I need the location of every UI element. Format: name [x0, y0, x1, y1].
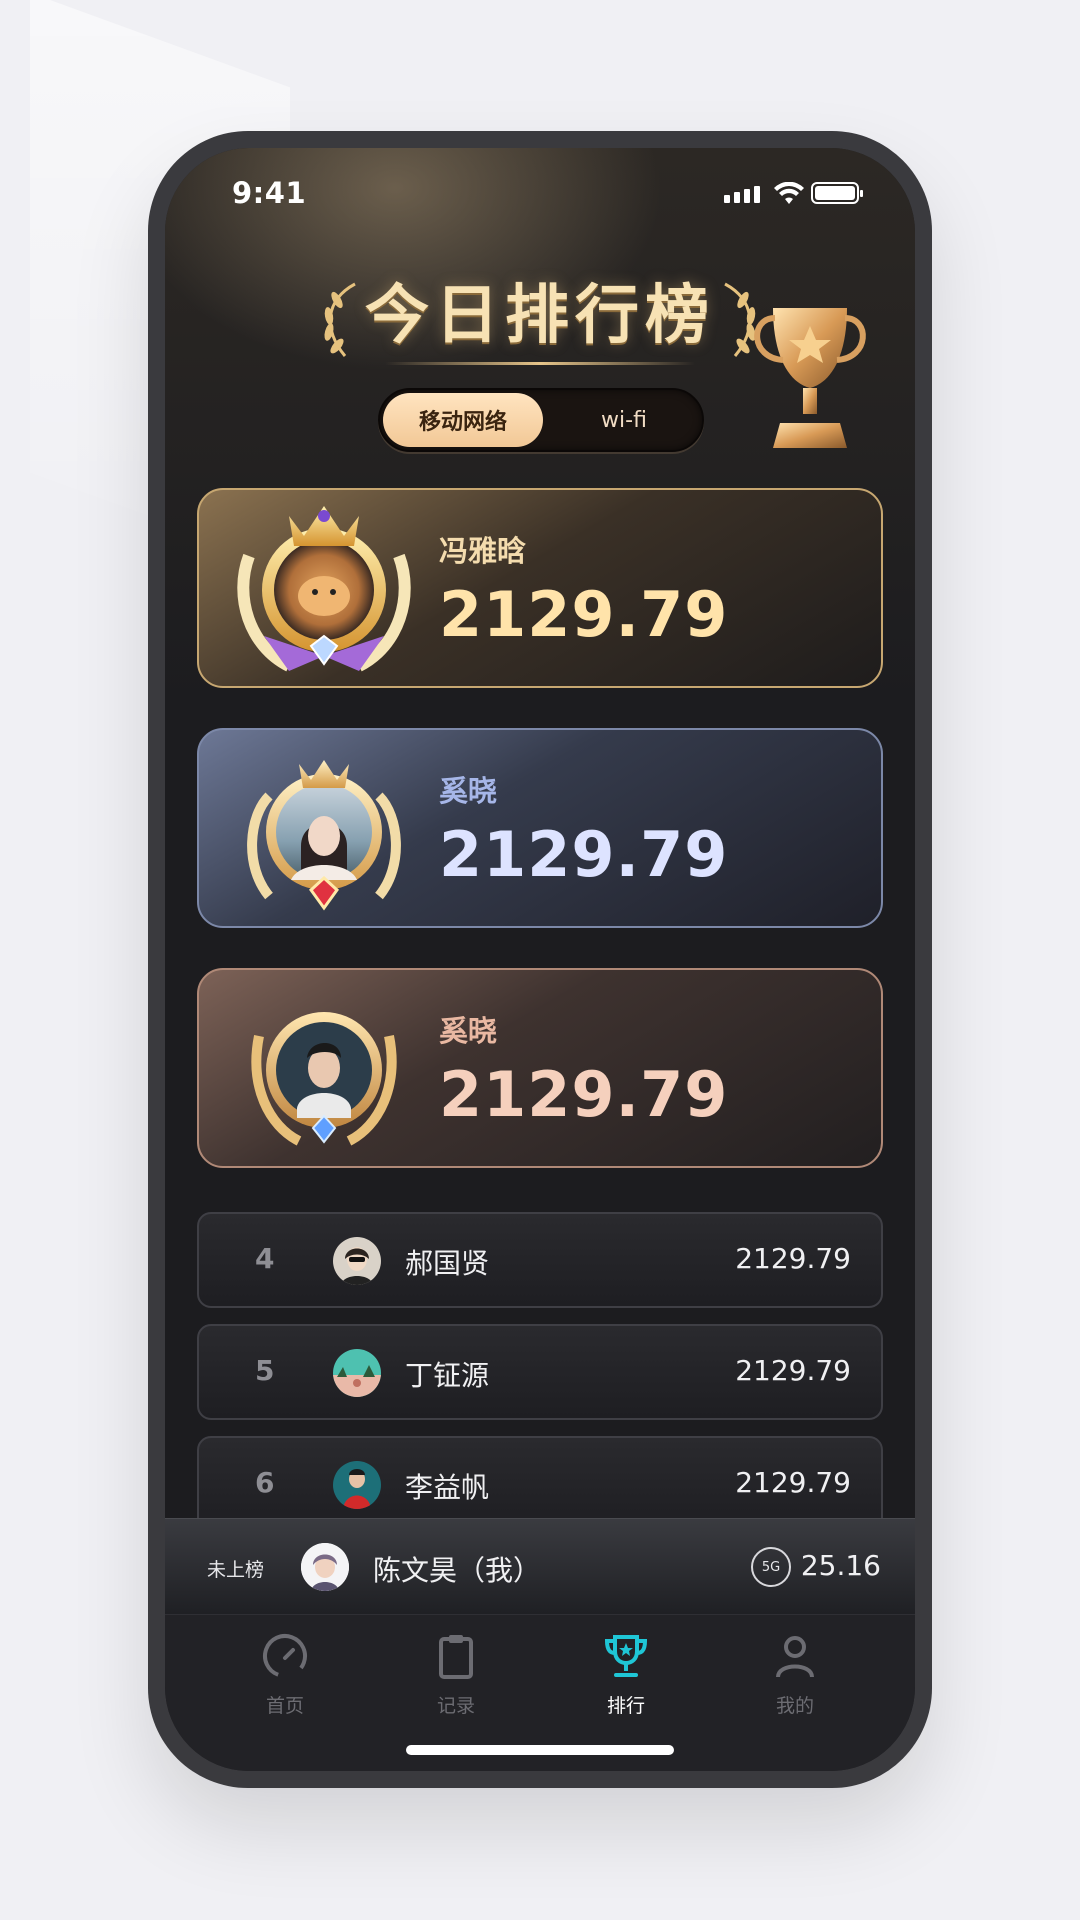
rank-3-score: 2129.79: [439, 1058, 729, 1131]
laurel-icon: [324, 282, 356, 357]
list-item[interactable]: 4 郝国贤 2129.79: [197, 1212, 883, 1308]
app-screen: 9:41 今日排行榜 移动网络 wi-fi 冯雅晗 2129.79 奚晓 212…: [165, 148, 915, 1771]
tab-ranking[interactable]: 排行: [576, 1631, 676, 1731]
tab-label: 首页: [265, 1695, 304, 1717]
bronze-avatar-frame: [251, 1012, 397, 1146]
list-score: 2129.79: [735, 1354, 851, 1387]
gauge-icon: [263, 1634, 307, 1678]
my-rank-bar[interactable]: 未上榜 陈文昊（我） 5G 25.16: [165, 1518, 915, 1614]
title-underline: [385, 362, 695, 365]
clipboard-icon: [439, 1635, 473, 1679]
network-toggle: 移动网络 wi-fi: [378, 388, 704, 452]
rank-card-3[interactable]: 奚晓 2129.79: [197, 968, 883, 1168]
tab-wifi[interactable]: wi-fi: [548, 393, 700, 447]
tab-label: 排行: [606, 1695, 645, 1717]
my-name: 陈文昊（我）: [373, 1554, 542, 1587]
status-time: 9:41: [232, 176, 307, 210]
rank-2-name: 奚晓: [439, 774, 498, 808]
tab-label: 记录: [436, 1695, 475, 1717]
status-bar: 9:41: [165, 148, 915, 238]
tab-label: 我的: [775, 1695, 814, 1717]
not-ranked-label: 未上榜: [207, 1559, 265, 1581]
list-score: 2129.79: [735, 1466, 851, 1499]
list-score: 2129.79: [735, 1242, 851, 1275]
person-icon: [776, 1636, 814, 1678]
trophy-icon: [754, 308, 866, 448]
avatar: [301, 1543, 349, 1591]
tab-home[interactable]: 首页: [235, 1631, 335, 1731]
gold-avatar-frame: [237, 506, 411, 672]
list-rank: 5: [255, 1354, 275, 1387]
network-5g-badge: 5G: [751, 1547, 791, 1587]
rank-card-2[interactable]: 奚晓 2129.79: [197, 728, 883, 928]
page-header: 今日排行榜: [324, 268, 756, 368]
rank-3-name: 奚晓: [439, 1014, 498, 1048]
tab-records[interactable]: 记录: [406, 1631, 506, 1731]
home-indicator: [406, 1745, 674, 1755]
list-rank: 6: [255, 1466, 275, 1499]
avatar: [333, 1349, 381, 1397]
rank-2-score: 2129.79: [439, 818, 729, 891]
cellular-signal-icon: [724, 186, 760, 203]
avatar: [333, 1461, 381, 1509]
silver-avatar-frame: [247, 760, 401, 911]
trophy-icon: [604, 1635, 648, 1677]
list-name: 丁钲源: [405, 1359, 490, 1392]
list-item[interactable]: 5 丁钲源 2129.79: [197, 1324, 883, 1420]
tab-mine[interactable]: 我的: [745, 1631, 845, 1731]
rank-1-name: 冯雅晗: [439, 534, 527, 568]
my-score: 25.16: [800, 1549, 881, 1582]
tab-mobile-network[interactable]: 移动网络: [383, 393, 543, 447]
wifi-icon: [774, 182, 804, 204]
rank-1-score: 2129.79: [439, 578, 729, 651]
avatar: [333, 1237, 381, 1285]
list-name: 李益帆: [405, 1471, 490, 1504]
list-rank: 4: [255, 1242, 275, 1275]
list-name: 郝国贤: [405, 1247, 490, 1280]
rank-card-1[interactable]: 冯雅晗 2129.79: [197, 488, 883, 688]
page-title: 今日排行榜: [365, 279, 715, 353]
battery-icon: [811, 182, 863, 204]
